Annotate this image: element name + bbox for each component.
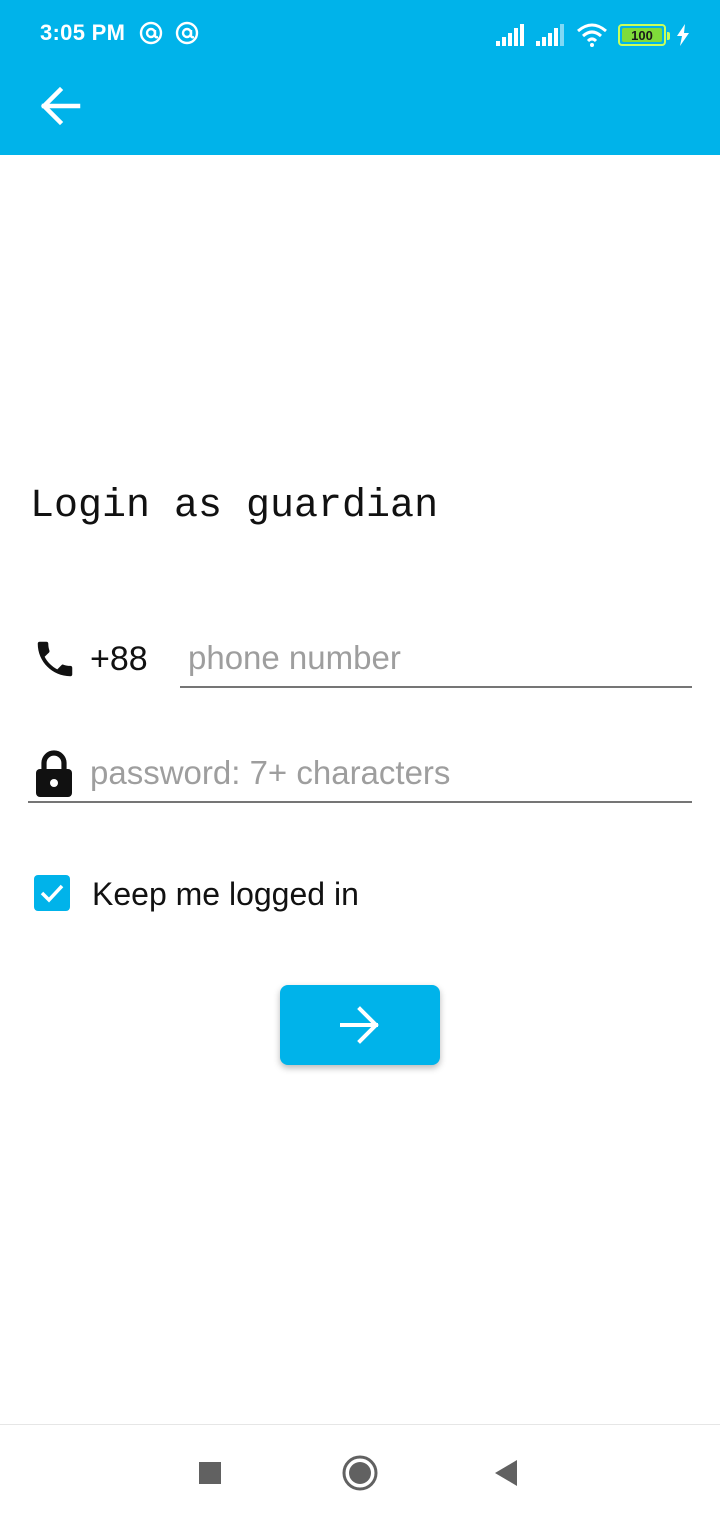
system-nav-bar <box>0 1424 720 1520</box>
password-input[interactable] <box>82 745 682 801</box>
lock-icon <box>36 750 72 797</box>
login-submit-button[interactable] <box>280 985 440 1065</box>
page-title: Login as guardian <box>30 484 439 529</box>
recents-button[interactable] <box>190 1453 230 1493</box>
phone-icon <box>37 641 73 677</box>
app-bar: 3:05 PM 100 <box>0 0 720 155</box>
battery-level: 100 <box>631 27 653 43</box>
status-time: 3:05 PM <box>40 20 126 45</box>
signal-sim1-icon <box>496 24 524 46</box>
keep-logged-in-label[interactable]: Keep me logged in <box>92 876 359 913</box>
recents-square-icon <box>199 1462 221 1484</box>
bolt-icon <box>677 24 689 46</box>
back-triangle-icon <box>495 1460 517 1486</box>
check-icon <box>40 884 64 903</box>
arrow-left-icon <box>40 86 81 126</box>
back-button[interactable] <box>30 76 90 136</box>
signal-sim2-icon <box>536 24 564 46</box>
phone-number-input[interactable] <box>180 630 692 688</box>
wifi-icon <box>577 23 607 47</box>
password-row <box>28 745 692 803</box>
home-circle-icon <box>342 1455 378 1491</box>
status-indicators: 100 <box>496 20 690 50</box>
battery-indicator: 100 <box>618 24 670 46</box>
keep-logged-in-checkbox[interactable] <box>34 875 70 911</box>
at-sign-icon <box>139 21 163 45</box>
country-code: +88 <box>90 640 148 678</box>
back-nav-button[interactable] <box>486 1453 526 1493</box>
at-sign-icon <box>175 21 199 45</box>
home-button[interactable] <box>340 1453 380 1493</box>
arrow-right-icon <box>340 1006 379 1044</box>
